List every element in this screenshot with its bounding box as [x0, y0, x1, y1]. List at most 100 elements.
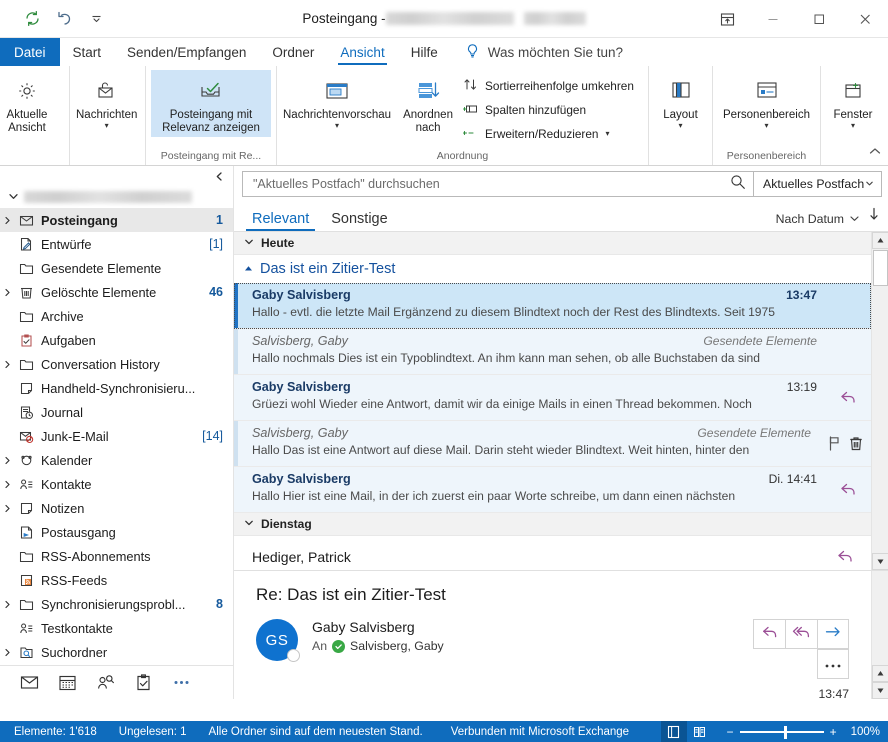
- to-recipient[interactable]: Salvisberg, Gaby: [350, 639, 444, 653]
- avatar[interactable]: GS: [256, 619, 298, 661]
- forward-button[interactable]: [817, 619, 849, 649]
- flag-icon[interactable]: [827, 435, 842, 452]
- chevron-right-icon[interactable]: [0, 456, 15, 465]
- delete-icon[interactable]: [848, 435, 864, 452]
- personenbereich-button[interactable]: Personenbereich ▾: [717, 70, 817, 132]
- reading-view-button[interactable]: [687, 721, 713, 742]
- zoom-thumb[interactable]: [784, 726, 787, 739]
- reply-icon[interactable]: [839, 481, 858, 498]
- sort-by-dropdown[interactable]: Nach Datum: [776, 212, 860, 231]
- search-scope-dropdown[interactable]: Aktuelles Postfach: [754, 171, 882, 197]
- day-group-heute[interactable]: Heute: [234, 232, 871, 255]
- nachrichtenvorschau-button[interactable]: Nachrichtenvorschau ▾: [277, 70, 397, 132]
- chevron-down-icon[interactable]: ▾: [764, 122, 768, 130]
- spalten-hinzufuegen-button[interactable]: Spalten hinzufügen: [459, 98, 642, 122]
- scroll-down-icon[interactable]: [872, 553, 888, 570]
- sidebar-item-kontakte[interactable]: Kontakte: [0, 472, 233, 496]
- conversation-expand-icon[interactable]: [244, 264, 253, 275]
- message-row-3[interactable]: Salvisberg, Gaby Gesendete Elemente Hall…: [234, 421, 871, 467]
- tab-ansicht[interactable]: Ansicht: [327, 38, 397, 66]
- sidebar-item-kalender[interactable]: Kalender: [0, 448, 233, 472]
- search-box[interactable]: [242, 171, 754, 197]
- minimize-icon[interactable]: [750, 0, 796, 38]
- zoom-level[interactable]: 100%: [843, 726, 880, 738]
- tab-datei[interactable]: Datei: [0, 38, 60, 66]
- close-icon[interactable]: [842, 0, 888, 38]
- tab-start[interactable]: Start: [60, 38, 115, 66]
- day-group-dienstag[interactable]: Dienstag: [234, 513, 871, 536]
- reading-pane-sender[interactable]: Gaby Salvisberg: [312, 619, 753, 635]
- reading-scroll-up-icon[interactable]: [872, 665, 888, 682]
- sidebar-item-geloeschte-elemente[interactable]: Gelöschte Elemente 46: [0, 280, 233, 304]
- tab-sonstige[interactable]: Sonstige: [325, 211, 393, 231]
- customize-qat-icon[interactable]: [82, 6, 110, 32]
- chevron-right-icon[interactable]: [0, 504, 15, 513]
- collapse-folder-pane-button[interactable]: [0, 166, 233, 186]
- layout-button[interactable]: Layout ▾: [654, 70, 708, 132]
- tab-senden-empfangen[interactable]: Senden/Empfangen: [114, 38, 259, 66]
- chevron-right-icon[interactable]: [0, 648, 15, 657]
- chevron-right-icon[interactable]: [0, 216, 15, 225]
- sortierreihenfolge-umkehren-button[interactable]: Sortierreihenfolge umkehren: [459, 74, 642, 98]
- reply-icon[interactable]: [836, 548, 871, 565]
- chevron-down-icon[interactable]: ▾: [605, 130, 609, 138]
- more-nav-icon[interactable]: [162, 668, 200, 698]
- tab-ordner[interactable]: Ordner: [259, 38, 327, 66]
- message-row-2[interactable]: Gaby Salvisberg 13:19 Grüezi wohl Wieder…: [234, 375, 871, 421]
- collapse-ribbon-button[interactable]: [868, 144, 882, 162]
- tab-relevant[interactable]: Relevant: [246, 211, 315, 231]
- chevron-down-icon[interactable]: [244, 517, 254, 531]
- sidebar-item-notizen[interactable]: Notizen: [0, 496, 233, 520]
- chevron-down-icon[interactable]: [244, 236, 254, 250]
- chevron-down-icon[interactable]: [865, 177, 874, 191]
- posteingang-mit-relevanz-button[interactable]: Posteingang mit Relevanz anzeigen: [151, 70, 271, 137]
- reading-pane-scrollbar[interactable]: [871, 571, 888, 699]
- tab-hilfe[interactable]: Hilfe: [398, 38, 451, 66]
- chevron-down-icon[interactable]: ▾: [678, 122, 682, 130]
- message-row-5[interactable]: Hediger, Patrick: [234, 536, 871, 570]
- sort-direction-icon[interactable]: [868, 207, 880, 231]
- sidebar-item-postausgang[interactable]: Postausgang: [0, 520, 233, 544]
- chevron-down-icon[interactable]: ▾: [851, 122, 855, 130]
- normal-view-button[interactable]: [661, 721, 687, 742]
- sidebar-item-entwuerfe[interactable]: Entwürfe [1]: [0, 232, 233, 256]
- message-row-4[interactable]: Gaby Salvisberg Di. 14:41 Hallo Hier ist…: [234, 467, 871, 513]
- sidebar-item-synchronisierungsprobleme[interactable]: Synchronisierungsprobl... 8: [0, 592, 233, 616]
- conversation-header[interactable]: Das ist ein Zitier-Test: [234, 255, 871, 283]
- message-row-1[interactable]: Salvisberg, Gaby Gesendete Elemente Hall…: [234, 329, 871, 375]
- account-row[interactable]: [0, 186, 233, 208]
- nachrichten-button[interactable]: Nachrichten ▾: [70, 70, 143, 132]
- sidebar-item-gesendete-elemente[interactable]: Gesendete Elemente: [0, 256, 233, 280]
- search-icon[interactable]: [729, 173, 747, 196]
- fenster-button[interactable]: Fenster ▾: [826, 70, 880, 132]
- calendar-nav-icon[interactable]: [48, 668, 86, 698]
- undo-icon[interactable]: [50, 6, 78, 32]
- sidebar-item-journal[interactable]: Journal: [0, 400, 233, 424]
- people-nav-icon[interactable]: [86, 668, 124, 698]
- chevron-right-icon[interactable]: [0, 480, 15, 489]
- aktuelle-ansicht-button[interactable]: Aktuelle Ansicht: [0, 70, 54, 137]
- ribbon-display-options-icon[interactable]: [704, 0, 750, 38]
- tell-me-search[interactable]: Was möchten Sie tun?: [451, 38, 633, 66]
- zoom-slider[interactable]: [740, 725, 824, 739]
- sidebar-item-archive[interactable]: Archive: [0, 304, 233, 328]
- maximize-icon[interactable]: [796, 0, 842, 38]
- zoom-out-button[interactable]: −: [727, 726, 734, 738]
- chevron-down-icon[interactable]: ▾: [105, 122, 109, 130]
- sidebar-item-posteingang[interactable]: Posteingang 1: [0, 208, 233, 232]
- reply-all-button[interactable]: [785, 619, 817, 649]
- more-actions-button[interactable]: [817, 649, 849, 679]
- sidebar-item-handheld-synchronisierung[interactable]: Handheld-Synchronisieru...: [0, 376, 233, 400]
- sidebar-item-aufgaben[interactable]: Aufgaben: [0, 328, 233, 352]
- send-receive-all-icon[interactable]: [18, 6, 46, 32]
- tasks-nav-icon[interactable]: [124, 668, 162, 698]
- sidebar-item-rss-feeds[interactable]: RSS-Feeds: [0, 568, 233, 592]
- chevron-down-icon[interactable]: [8, 190, 19, 205]
- zoom-in-button[interactable]: +: [830, 726, 837, 738]
- message-row-0[interactable]: Gaby Salvisberg 13:47 Hallo - evtl. die …: [234, 283, 871, 329]
- scroll-up-icon[interactable]: [872, 232, 888, 249]
- sidebar-item-conversation-history[interactable]: Conversation History: [0, 352, 233, 376]
- sidebar-item-junk-email[interactable]: Junk-E-Mail [14]: [0, 424, 233, 448]
- chevron-down-icon[interactable]: [849, 212, 860, 226]
- sidebar-item-suchordner[interactable]: Suchordner: [0, 640, 233, 664]
